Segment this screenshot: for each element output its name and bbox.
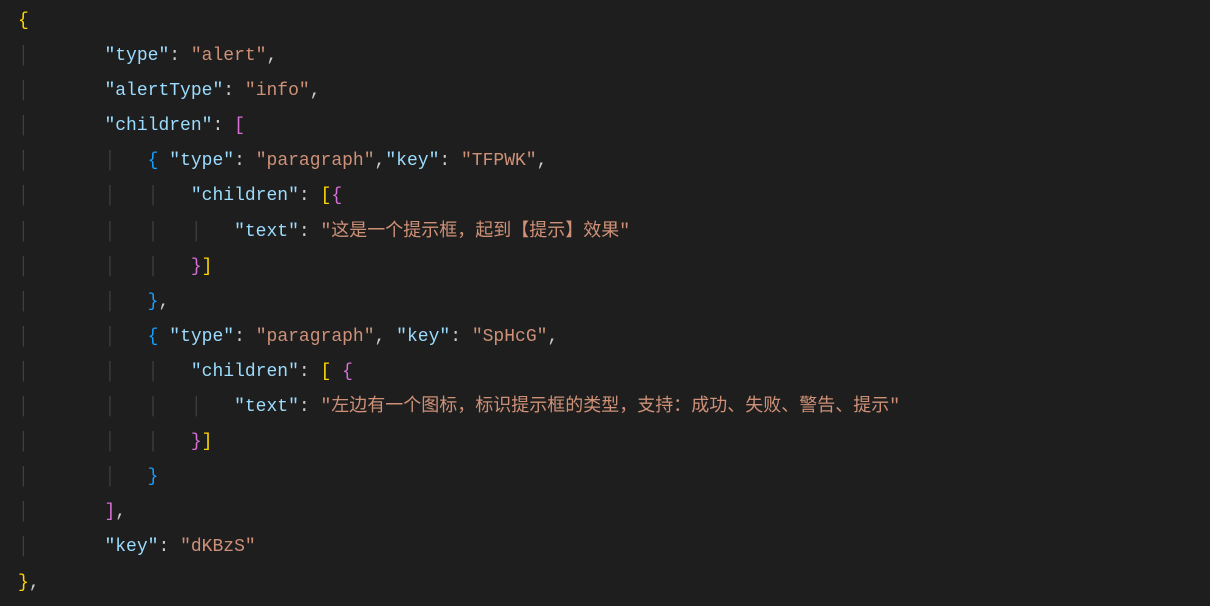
json-string: "paragraph" — [256, 151, 375, 171]
json-key-type: "type" — [169, 327, 234, 347]
json-key-text: "text" — [234, 397, 299, 417]
brace-open: { — [342, 362, 353, 382]
json-key-key: "key" — [396, 327, 450, 347]
bracket-close: ] — [202, 432, 213, 452]
json-key-type: "type" — [169, 151, 234, 171]
bracket-close: ] — [104, 502, 115, 522]
json-key-children: "children" — [191, 362, 299, 382]
brace-close: } — [191, 257, 202, 277]
brace-open: { — [331, 186, 342, 206]
brace-open: { — [148, 151, 159, 171]
brace-close: } — [148, 467, 159, 487]
brace-close: } — [18, 573, 29, 593]
bracket-close: ] — [202, 257, 213, 277]
json-string: "info" — [245, 81, 310, 101]
json-key-key: "key" — [385, 151, 439, 171]
json-key-children: "children" — [104, 116, 212, 136]
code-block: { │ "type": "alert", │ "alertType": "inf… — [0, 0, 1210, 601]
json-string: "SpHcG" — [472, 327, 548, 347]
json-string: "paragraph" — [256, 327, 375, 347]
json-string: "TFPWK" — [461, 151, 537, 171]
brace-open: { — [148, 327, 159, 347]
json-string: "alert" — [191, 46, 267, 66]
bracket-open: [ — [321, 186, 332, 206]
json-key-type: "type" — [104, 46, 169, 66]
bracket-open: [ — [321, 362, 332, 382]
json-key-text: "text" — [234, 222, 299, 242]
brace-open: { — [18, 11, 29, 31]
json-string: "dKBzS" — [180, 537, 256, 557]
json-key-children: "children" — [191, 186, 299, 206]
json-string: "左边有一个图标，标识提示框的类型，支持：成功、失败、警告、提示" — [321, 397, 901, 417]
json-key-alerttype: "alertType" — [104, 81, 223, 101]
brace-close: } — [148, 292, 159, 312]
json-key-key: "key" — [104, 537, 158, 557]
bracket-open: [ — [234, 116, 245, 136]
brace-close: } — [191, 432, 202, 452]
json-string: "这是一个提示框，起到【提示】效果" — [321, 222, 631, 242]
